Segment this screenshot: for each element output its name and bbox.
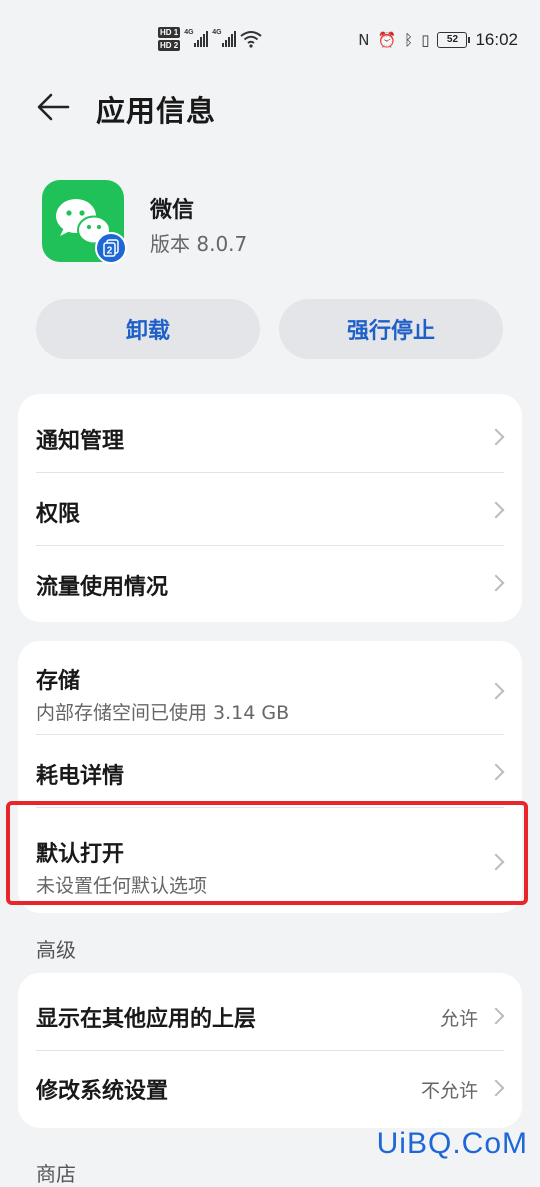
svg-text:2: 2 xyxy=(107,246,113,257)
open-by-default-item[interactable]: 默认打开 未设置任何默认选项 xyxy=(36,808,505,915)
storage-battery-card: 存储 内部存储空间已使用 3.14 GB 耗电详情 默认打开 未设置任何默认选项 xyxy=(18,641,522,913)
signal-indicators: HD 1 HD 2 4G 4G xyxy=(158,24,262,54)
item-value: 不允许 xyxy=(420,1080,478,1102)
display-over-apps-item[interactable]: 显示在其他应用的上层 允许 xyxy=(36,973,505,1051)
signal-bars-icon-1: 4G xyxy=(184,29,209,47)
modify-system-settings-item[interactable]: 修改系统设置 不允许 xyxy=(36,1051,505,1129)
wifi-icon xyxy=(240,31,262,48)
nfc-icon: N xyxy=(358,30,370,49)
network-type-1: 4G xyxy=(184,29,194,36)
section-label-store: 商店 xyxy=(36,1162,76,1186)
item-label: 耗电详情 xyxy=(36,764,125,789)
chevron-right-icon xyxy=(487,763,505,781)
sim2-tag: HD 2 xyxy=(158,40,181,51)
chevron-right-icon xyxy=(487,1007,505,1025)
data-usage-item[interactable]: 流量使用情况 xyxy=(36,546,505,624)
battery-icon: 52 xyxy=(437,32,471,48)
permissions-item[interactable]: 权限 xyxy=(36,473,505,546)
storage-item[interactable]: 存储 内部存储空间已使用 3.14 GB xyxy=(36,641,505,735)
chevron-right-icon xyxy=(487,1079,505,1097)
app-name: 微信 xyxy=(150,198,195,223)
header: 应用信息 xyxy=(0,78,540,138)
vibrate-icon: ▯ xyxy=(421,30,430,49)
signal-bars-icon-2: 4G xyxy=(212,29,237,47)
notification-management-item[interactable]: 通知管理 xyxy=(36,394,505,473)
clock: 16:02 xyxy=(475,30,518,49)
item-label: 默认打开 xyxy=(36,842,125,867)
app-settings-card: 通知管理 权限 流量使用情况 xyxy=(18,394,522,622)
chevron-right-icon xyxy=(487,682,505,700)
item-label: 存储 xyxy=(36,669,81,694)
back-arrow-icon[interactable] xyxy=(36,92,70,122)
force-stop-button[interactable]: 强行停止 xyxy=(279,299,503,359)
item-subtitle: 内部存储空间已使用 3.14 GB xyxy=(36,702,290,724)
chevron-right-icon xyxy=(487,428,505,446)
uninstall-button[interactable]: 卸载 xyxy=(36,299,260,359)
watermark: UiBQ.CoM xyxy=(376,1127,528,1160)
chevron-right-icon xyxy=(487,501,505,519)
item-label: 通知管理 xyxy=(36,429,125,454)
sim-tags: HD 1 HD 2 xyxy=(158,27,181,51)
item-label: 流量使用情况 xyxy=(36,575,169,600)
twin-app-badge-icon: 2 xyxy=(95,232,127,264)
chevron-right-icon xyxy=(487,853,505,871)
advanced-card: 显示在其他应用的上层 允许 修改系统设置 不允许 xyxy=(18,973,522,1128)
item-label: 权限 xyxy=(36,502,81,527)
chevron-right-icon xyxy=(487,574,505,592)
app-version: 版本 8.0.7 xyxy=(150,232,248,256)
battery-details-item[interactable]: 耗电详情 xyxy=(36,735,505,808)
alarm-icon: ⏰ xyxy=(377,30,397,49)
item-value: 允许 xyxy=(439,1008,478,1030)
network-type-2: 4G xyxy=(212,29,222,36)
status-icons: N ⏰ ᛒ ▯ 52 16:02 xyxy=(358,26,518,54)
bluetooth-icon: ᛒ xyxy=(404,30,414,49)
item-label: 修改系统设置 xyxy=(36,1079,169,1104)
item-label: 显示在其他应用的上层 xyxy=(36,1007,257,1032)
section-label-advanced: 高级 xyxy=(36,938,76,962)
item-subtitle: 未设置任何默认选项 xyxy=(36,875,208,897)
page-title: 应用信息 xyxy=(96,94,217,128)
status-bar: HD 1 HD 2 4G 4G N ⏰ ᛒ ▯ 52 16:02 xyxy=(0,0,540,80)
sim1-tag: HD 1 xyxy=(158,27,181,38)
